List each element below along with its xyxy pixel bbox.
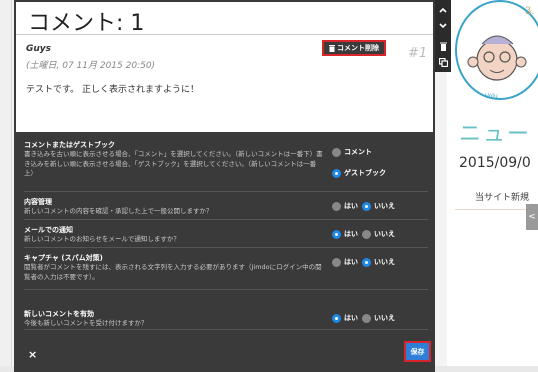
save-button[interactable]: 保存 [404, 341, 431, 362]
setting-description: 新しいコメントのお知らせをメールで通知しますか？ [24, 235, 180, 243]
site-content-right: Volu 3. ニュー 2015/09/0 当サイト新規 [447, 0, 538, 372]
radio-yes[interactable] [332, 257, 341, 267]
setting-description: 新しいコメントの内容を確認・承認した上で一般公開しますか？ [24, 207, 213, 215]
option-label: いいえ [374, 202, 395, 210]
setting-row-email-notify: メールでの通知 新しいコメントのお知らせをメールで通知しますか？ はい いいえ [24, 220, 428, 248]
mascot-label: Volu [485, 93, 498, 100]
option-label: はい [344, 202, 358, 210]
chevron-up-icon [439, 7, 447, 13]
news-date: 2015/09/0 [459, 155, 531, 171]
comment-card: コメント: 1 Guys (土曜日, 07 11月 2015 20:50) コメ… [14, 0, 435, 134]
move-down-button[interactable] [435, 18, 451, 34]
radio-no[interactable] [362, 313, 371, 323]
comment-title: コメント: 1 [28, 11, 145, 36]
comment-number: #1 [408, 46, 428, 61]
news-text: 当サイト新規 [475, 193, 530, 203]
option-no[interactable]: いいえ [362, 313, 395, 323]
option-label: はい [344, 258, 358, 266]
option-no[interactable]: いいえ [362, 257, 395, 267]
setting-description: 閲覧者がコメントを残すには、表示される文字列を入力する必要があります（Jimdo… [24, 263, 322, 281]
comment-timestamp: (土曜日, 07 11月 2015 20:50) [26, 61, 156, 71]
option-no[interactable]: いいえ [362, 201, 395, 211]
option-yes[interactable]: はい [332, 257, 358, 267]
radio-yes[interactable] [332, 201, 341, 211]
option-label: いいえ [374, 314, 395, 322]
left-edge [0, 0, 12, 372]
option-yes[interactable]: はい [332, 313, 358, 323]
side-collapse-tab[interactable]: < [526, 204, 538, 230]
option-comment[interactable]: コメント [332, 147, 372, 157]
setting-label: 内容管理 [24, 198, 52, 206]
option-yes[interactable]: はい [332, 201, 358, 211]
option-label: ゲストブック [344, 169, 386, 177]
comment-modal: コメント: 1 Guys (土曜日, 07 11月 2015 20:50) コメ… [14, 0, 435, 372]
mascot-image: Volu 3. [455, 0, 538, 100]
option-yes[interactable]: はい [332, 229, 358, 239]
move-up-button[interactable] [435, 2, 451, 18]
setting-row-moderation: 内容管理 新しいコメントの内容を確認・承認した上で一般公開しますか？ はい いい… [24, 192, 428, 220]
setting-row-enable-comments: 新しいコメントを有効 今後も新しいコメントを受け付けますか？ はい いいえ [24, 290, 428, 330]
delete-button[interactable] [435, 38, 451, 54]
comment-author: Guys [26, 44, 52, 54]
delete-comment-button[interactable]: コメント削除 [322, 40, 386, 56]
radio-yes[interactable] [332, 313, 341, 323]
setting-label: メールでの通知 [24, 226, 73, 234]
option-label: はい [344, 230, 358, 238]
radio-yes[interactable] [332, 229, 341, 239]
setting-row-comment-type: コメントまたはゲストブック 書き込みを古い順に表示させる場合、「コメント」を選択… [24, 138, 428, 192]
option-label: コメント [344, 148, 372, 156]
title-divider [16, 34, 433, 35]
news-heading: ニュー [459, 122, 532, 147]
copy-icon [438, 57, 448, 67]
setting-label: キャプチャ (スパム対策) [24, 254, 103, 262]
settings-panel: コメントまたはゲストブック 書き込みを古い順に表示させる場合、「コメント」を選択… [14, 134, 435, 372]
option-label: はい [344, 314, 358, 322]
close-button[interactable]: × [28, 348, 37, 361]
option-label: いいえ [374, 230, 395, 238]
delete-comment-label: コメント削除 [337, 44, 379, 52]
option-label: いいえ [374, 258, 395, 266]
chevron-down-icon [439, 23, 447, 29]
copy-button[interactable] [435, 54, 451, 70]
setting-label: コメントまたはゲストブック [24, 141, 115, 149]
setting-label: 新しいコメントを有効 [24, 310, 94, 318]
trash-icon [439, 42, 447, 51]
comment-body: テストです。 正しく表示されますように！ [26, 85, 199, 95]
setting-description: 書き込みを古い順に表示させる場合、「コメント」を選択してください。（新しいコメン… [24, 150, 323, 177]
mascot-mark: 3. [525, 6, 535, 17]
radio-guestbook[interactable] [332, 168, 341, 178]
option-guestbook[interactable]: ゲストブック [332, 168, 386, 178]
option-no[interactable]: いいえ [362, 229, 395, 239]
radio-no[interactable] [362, 229, 371, 239]
setting-row-captcha: キャプチャ (スパム対策) 閲覧者がコメントを残すには、表示される文字列を入力す… [24, 248, 428, 290]
setting-description: 今後も新しいコメントを受け付けますか？ [24, 319, 148, 327]
comment-toolbar [435, 0, 451, 72]
radio-comment[interactable] [332, 147, 341, 157]
trash-icon [329, 44, 335, 52]
radio-no[interactable] [362, 257, 371, 267]
radio-no[interactable] [362, 201, 371, 211]
